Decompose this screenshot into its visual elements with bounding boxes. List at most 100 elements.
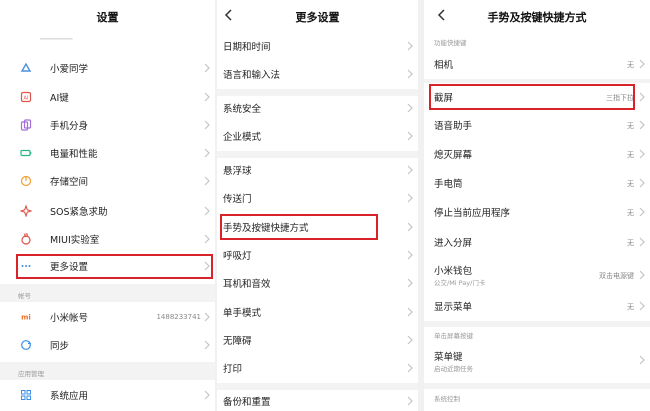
section-separator: [217, 383, 418, 390]
shortcut-item-split-screen[interactable]: 进入分屏 无: [424, 230, 650, 254]
chevron-right-icon: [204, 390, 210, 400]
chevron-right-icon: [407, 250, 413, 260]
settings-item-mi-account[interactable]: mi 小米帐号 1488233741: [0, 305, 215, 329]
shortcut-item-subtitle: 启动近期任务: [434, 365, 473, 373]
section-header: 帐号: [18, 292, 31, 300]
section-header: 功能快捷键: [434, 39, 467, 47]
chevron-right-icon: [639, 237, 645, 247]
phone-clone-icon: [20, 119, 32, 131]
apps-grid-icon: [20, 389, 32, 401]
shortcut-item-label: 显示菜单: [434, 302, 473, 313]
chevron-right-icon: [639, 178, 645, 188]
settings-item-system-apps[interactable]: 系统应用: [0, 383, 215, 407]
chevron-right-icon: [407, 335, 413, 345]
more-item-enterprise[interactable]: 企业模式: [217, 124, 418, 148]
chevron-right-icon: [639, 270, 645, 280]
shortcut-item-mi-wallet[interactable]: 小米钱包 公交/Mi Pay/门卡 双击电源键: [424, 259, 650, 291]
settings-item-label: SOS紧急求助: [50, 207, 108, 218]
shortcut-item-camera[interactable]: 相机 无: [424, 52, 650, 76]
chevron-right-icon: [639, 59, 645, 69]
shortcut-item-value: 无: [627, 209, 634, 217]
more-item-label: 企业模式: [223, 132, 262, 143]
more-item-accessibility[interactable]: 无障碍: [217, 328, 418, 352]
lab-icon: [20, 233, 32, 245]
settings-item-storage[interactable]: 存储空间: [0, 169, 215, 193]
sync-icon: [20, 339, 32, 351]
shortcut-item-label: 进入分屏: [434, 238, 473, 249]
settings-item-ai-key[interactable]: AI AI键: [0, 85, 215, 109]
highlight-box: [429, 84, 635, 110]
chevron-right-icon: [204, 63, 210, 73]
section-header: 系统控制: [434, 395, 460, 403]
storage-icon: [20, 175, 32, 187]
shortcut-item-value: 无: [627, 303, 634, 311]
more-item-label: 系统安全: [223, 104, 262, 115]
chevron-right-icon: [407, 131, 413, 141]
shortcut-item-value: 无: [627, 239, 634, 247]
settings-item-battery[interactable]: 电量和性能: [0, 141, 215, 165]
more-settings-header: 更多设置: [217, 0, 418, 34]
section-separator: [424, 383, 650, 389]
shortcut-item-label: 熄灭屏幕: [434, 150, 473, 161]
more-item-label: 日期和时间: [223, 42, 271, 53]
more-item-label: 语言和输入法: [223, 70, 281, 81]
more-item-label: 打印: [223, 364, 243, 375]
battery-icon: [20, 147, 32, 159]
more-item-security[interactable]: 系统安全: [217, 96, 418, 120]
settings-item-lab[interactable]: MIUI实验室: [0, 227, 215, 251]
shortcut-item-label: 菜单键: [434, 352, 463, 363]
chevron-right-icon: [407, 363, 413, 373]
settings-item-label: MIUI实验室: [50, 235, 100, 246]
chevron-right-icon: [639, 207, 645, 217]
section-separator: [217, 151, 418, 158]
settings-item-sync[interactable]: 同步: [0, 333, 215, 357]
shortcut-item-value: 无: [627, 61, 634, 69]
chevron-right-icon: [407, 307, 413, 317]
shortcut-item-label: 相机: [434, 60, 454, 71]
more-item-label: 呼吸灯: [223, 251, 252, 262]
chevron-right-icon: [204, 340, 210, 350]
gesture-shortcuts-panel: 手势及按键快捷方式 功能快捷键 相机 无 截屏 三指下拉 语音助手 无 熄灭屏幕…: [424, 0, 650, 411]
more-item-print[interactable]: 打印: [217, 356, 418, 380]
chevron-right-icon: [204, 148, 210, 158]
shortcut-item-value: 双击电源键: [599, 272, 634, 280]
page-title: 更多设置: [295, 11, 340, 24]
more-item-portal[interactable]: 传送门: [217, 186, 418, 210]
section-header: 应用管理: [18, 370, 44, 378]
more-item-backup-reset[interactable]: 备份和重置: [217, 390, 418, 411]
chevron-right-icon: [639, 120, 645, 130]
chevron-right-icon: [204, 176, 210, 186]
shortcut-item-voice-assistant[interactable]: 语音助手 无: [424, 113, 650, 137]
page-title: 设置: [96, 11, 119, 24]
more-item-earphones[interactable]: 耳机和音效: [217, 271, 418, 295]
more-item-breathing-light[interactable]: 呼吸灯: [217, 243, 418, 267]
chevron-right-icon: [407, 103, 413, 113]
shortcut-item-value: 无: [627, 122, 634, 130]
highlight-box: [16, 254, 213, 279]
more-item-floating-ball[interactable]: 悬浮球: [217, 158, 418, 182]
more-item-language[interactable]: 语言和输入法: [217, 62, 418, 86]
settings-item-label: AI键: [50, 93, 69, 104]
svg-text:AI: AI: [24, 95, 29, 101]
shortcut-item-flashlight[interactable]: 手电筒 无: [424, 171, 650, 195]
shortcut-item-menu-key[interactable]: 菜单键 启动近期任务: [424, 344, 650, 376]
settings-item-sos[interactable]: SOS紧急求助: [0, 199, 215, 223]
shortcut-item-subtitle: 公交/Mi Pay/门卡: [434, 279, 486, 287]
settings-item-xiaoai[interactable]: 小爱同学: [0, 56, 215, 80]
more-item-date-time[interactable]: 日期和时间: [217, 34, 418, 58]
settings-item-label: 同步: [50, 341, 70, 352]
section-separator: [217, 89, 418, 96]
shortcut-item-show-menu[interactable]: 显示菜单 无: [424, 294, 650, 318]
more-item-one-hand[interactable]: 单手模式: [217, 300, 418, 324]
settings-item-phone-clone[interactable]: 手机分身: [0, 113, 215, 137]
chevron-right-icon: [204, 120, 210, 130]
chevron-right-icon: [204, 92, 210, 102]
shortcut-item-stop-app[interactable]: 停止当前应用程序 无: [424, 200, 650, 224]
page-title: 手势及按键快捷方式: [487, 11, 587, 24]
shortcut-item-label: 手电筒: [434, 179, 463, 190]
shortcut-item-screen-off[interactable]: 熄灭屏幕 无: [424, 142, 650, 166]
chevron-right-icon: [204, 312, 210, 322]
more-item-label: 单手模式: [223, 308, 262, 319]
settings-item-label: 存储空间: [50, 177, 89, 188]
section-header: 单击屏幕按键: [434, 332, 473, 340]
